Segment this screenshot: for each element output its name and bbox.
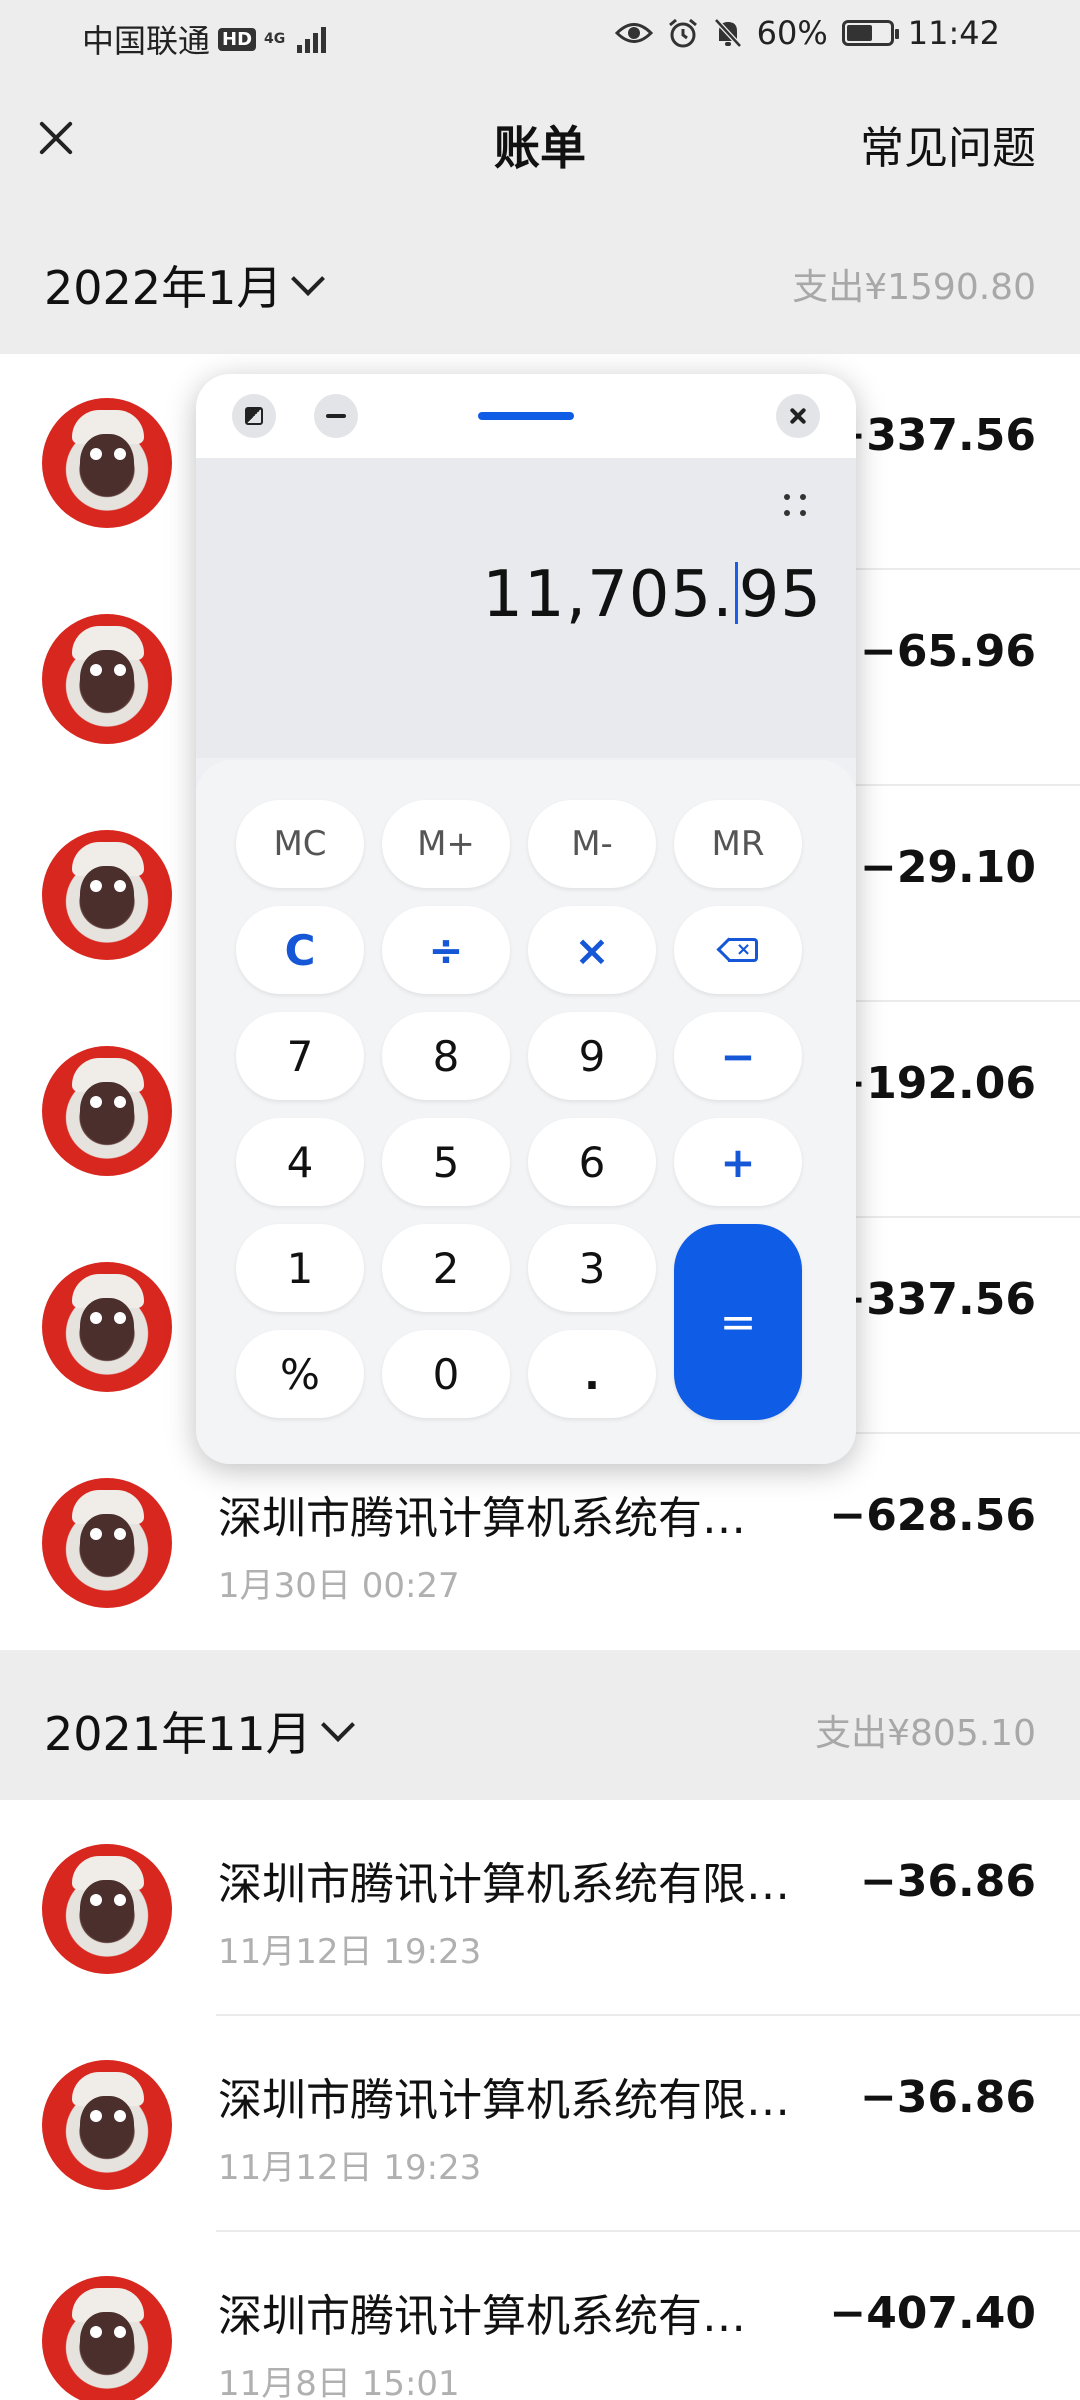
decimal-button[interactable]: . — [528, 1330, 656, 1418]
merchant-avatar — [42, 614, 172, 744]
month-label: 2022年1月 — [44, 261, 283, 315]
merchant-avatar — [42, 398, 172, 528]
month-header-nov-2021[interactable]: 2021年11月 支出¥805.10 — [0, 1650, 1080, 1800]
battery-percent: 60% — [756, 14, 828, 52]
eye-icon — [614, 23, 653, 43]
merchant-avatar — [42, 830, 172, 960]
floating-window-icon[interactable] — [232, 394, 276, 438]
minus-button[interactable]: − — [674, 1012, 802, 1100]
drag-handle[interactable] — [478, 412, 574, 420]
bill-row[interactable]: 深圳市腾讯计算机系统有限… 11月12日 19:23 −36.86 — [0, 2016, 1080, 2232]
bill-amount: −36.86 — [859, 1856, 1036, 1907]
merchant-avatar — [42, 1046, 172, 1176]
bill-amount: −29.10 — [859, 842, 1036, 893]
carrier-name: 中国联通 — [82, 22, 211, 60]
merchant-avatar — [42, 1844, 172, 1974]
display-value[interactable]: 11,705.95 — [482, 558, 822, 632]
mplus-button[interactable]: M+ — [382, 800, 510, 888]
digit-5-button[interactable]: 5 — [382, 1118, 510, 1206]
bill-time: 11月12日 19:23 — [218, 2148, 482, 2188]
bill-amount: −65.96 — [859, 626, 1036, 677]
mr-button[interactable]: MR — [674, 800, 802, 888]
bill-amount: −192.06 — [829, 1058, 1036, 1109]
percent-button[interactable]: % — [236, 1330, 364, 1418]
month-total: 支出¥805.10 — [815, 1713, 1036, 1754]
bell-off-icon — [713, 18, 742, 48]
merchant-name: 深圳市腾讯计算机系统有限… — [218, 1859, 790, 1910]
mminus-button[interactable]: M- — [528, 800, 656, 888]
bill-time: 11月12日 19:23 — [218, 1932, 482, 1972]
equals-button[interactable]: = — [674, 1224, 802, 1420]
plus-button[interactable]: + — [674, 1118, 802, 1206]
mc-button[interactable]: MC — [236, 800, 364, 888]
floating-calculator[interactable]: 11,705.95 MC M+ M- MR C ÷ × × 7 8 9 − 4 … — [196, 374, 856, 1464]
status-left: 中国联通 HD 4G — [82, 16, 327, 62]
bill-amount: −628.56 — [829, 1490, 1036, 1541]
battery-icon — [841, 20, 899, 46]
bill-amount: −337.56 — [829, 1274, 1036, 1325]
bill-row[interactable]: 深圳市腾讯计算机系统有… 11月8日 15:01 −407.40 — [0, 2232, 1080, 2400]
alarm-icon — [668, 18, 697, 48]
digit-3-button[interactable]: 3 — [528, 1224, 656, 1312]
merchant-name: 深圳市腾讯计算机系统有… — [218, 2291, 746, 2342]
network-type: 4G — [264, 31, 286, 47]
status-right: 60% 11:42 — [614, 14, 1000, 52]
top-nav: 账单 常见问题 — [0, 72, 1080, 205]
calculator-display[interactable]: 11,705.95 — [196, 458, 856, 758]
bill-amount: −407.40 — [829, 2288, 1036, 2339]
hd-badge: HD — [218, 27, 257, 51]
merchant-name: 深圳市腾讯计算机系统有限… — [218, 2075, 790, 2126]
bill-amount: −337.56 — [829, 410, 1036, 461]
minimize-icon[interactable] — [314, 394, 358, 438]
merchant-avatar — [42, 1262, 172, 1392]
chevron-down-icon — [320, 1708, 355, 1742]
more-dots-icon[interactable] — [780, 490, 810, 520]
digit-2-button[interactable]: 2 — [382, 1224, 510, 1312]
merchant-avatar — [42, 1478, 172, 1608]
calculator-titlebar[interactable] — [196, 374, 856, 458]
month-header-jan-2022[interactable]: 2022年1月 支出¥1590.80 — [0, 204, 1080, 354]
signal-icon — [297, 25, 327, 53]
digit-7-button[interactable]: 7 — [236, 1012, 364, 1100]
clock: 11:42 — [907, 14, 1000, 52]
digit-1-button[interactable]: 1 — [236, 1224, 364, 1312]
display-text-after-cursor: 95 — [738, 558, 822, 632]
calculator-keypad: MC M+ M- MR C ÷ × × 7 8 9 − 4 5 6 + 1 2 … — [196, 760, 856, 1464]
display-text-before-cursor: 11,705. — [482, 558, 734, 632]
digit-8-button[interactable]: 8 — [382, 1012, 510, 1100]
status-bar: 中国联通 HD 4G 60% 11:42 — [0, 0, 1080, 72]
multiply-button[interactable]: × — [528, 906, 656, 994]
month-label: 2021年11月 — [44, 1707, 312, 1761]
merchant-name: 深圳市腾讯计算机系统有… — [218, 1493, 746, 1544]
merchant-avatar — [42, 2276, 172, 2400]
chevron-down-icon — [291, 262, 326, 296]
bill-amount: −36.86 — [859, 2072, 1036, 2123]
bill-time: 1月30日 00:27 — [218, 1566, 460, 1606]
faq-link[interactable]: 常见问题 — [860, 112, 1036, 176]
digit-9-button[interactable]: 9 — [528, 1012, 656, 1100]
digit-6-button[interactable]: 6 — [528, 1118, 656, 1206]
backspace-button[interactable]: × — [674, 906, 802, 994]
text-cursor — [734, 562, 738, 624]
bill-row[interactable]: 深圳市腾讯计算机系统有限… 11月12日 19:23 −36.86 — [0, 1800, 1080, 2016]
bill-time: 11月8日 15:01 — [218, 2364, 460, 2400]
merchant-avatar — [42, 2060, 172, 2190]
clear-button[interactable]: C — [236, 906, 364, 994]
bill-row[interactable]: 深圳市腾讯计算机系统有… 1月30日 00:27 −628.56 — [0, 1434, 1080, 1650]
close-icon[interactable] — [776, 394, 820, 438]
month-selector[interactable]: 2022年1月 — [44, 252, 326, 318]
month-total: 支出¥1590.80 — [792, 267, 1036, 308]
digit-0-button[interactable]: 0 — [382, 1330, 510, 1418]
backspace-icon: × — [716, 937, 758, 962]
digit-4-button[interactable]: 4 — [236, 1118, 364, 1206]
divide-button[interactable]: ÷ — [382, 906, 510, 994]
month-selector[interactable]: 2021年11月 — [44, 1698, 355, 1764]
